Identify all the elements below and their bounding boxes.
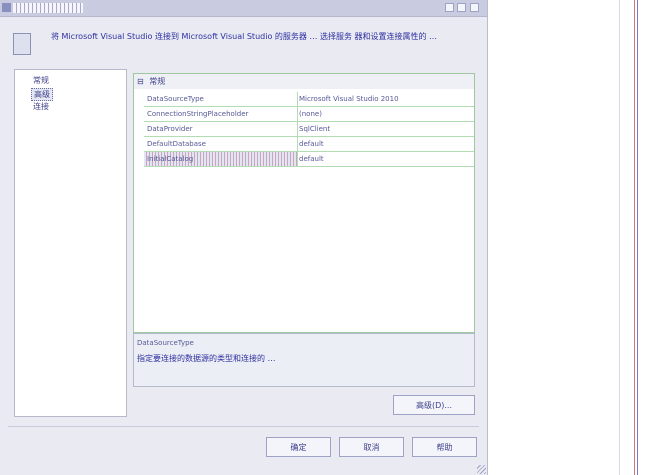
background-edge [634, 0, 635, 475]
property-category[interactable]: ⊟ 常规 [134, 74, 474, 89]
minimize-button[interactable] [445, 3, 454, 12]
property-value[interactable]: SqlClient [299, 122, 471, 136]
property-value[interactable]: default [299, 137, 471, 151]
description-text: 指定要连接的数据源的类型和连接的 … [137, 354, 276, 363]
help-button[interactable]: 帮助 [412, 437, 477, 457]
close-button[interactable] [470, 3, 479, 12]
property-name: DataSourceType [144, 92, 298, 106]
property-row[interactable]: DataSourceType Microsoft Visual Studio 2… [144, 92, 474, 107]
property-row[interactable]: DataProvider SqlClient [144, 122, 474, 137]
category-tree[interactable]: 常规 高级 连接 [14, 69, 127, 417]
window-title [13, 3, 83, 13]
property-value[interactable]: default [299, 152, 471, 166]
header-description: 将 Microsoft Visual Studio 连接到 Microsoft … [51, 32, 438, 41]
tree-item-connection[interactable]: 连接 [31, 101, 51, 112]
background-edge [637, 0, 638, 475]
cancel-button[interactable]: 取消 [339, 437, 404, 457]
collapse-icon[interactable]: ⊟ [137, 77, 144, 86]
background-edge [619, 0, 620, 475]
wizard-icon [13, 33, 31, 55]
advanced-button[interactable]: 高级(D)... [393, 395, 475, 415]
resize-grip-icon[interactable] [477, 465, 486, 474]
property-value[interactable]: Microsoft Visual Studio 2010 [299, 92, 471, 106]
maximize-button[interactable] [457, 3, 466, 12]
ok-button[interactable]: 确定 [266, 437, 331, 457]
property-name: InitialCatalog [144, 152, 298, 166]
property-row[interactable]: DefaultDatabase default [144, 137, 474, 152]
property-row[interactable]: ConnectionStringPlaceholder (none) [144, 107, 474, 122]
description-title: DataSourceType [137, 339, 194, 347]
property-category-label: 常规 [149, 77, 166, 86]
description-panel: DataSourceType 指定要连接的数据源的类型和连接的 … [133, 333, 475, 387]
property-value[interactable]: (none) [299, 107, 471, 121]
property-grid: ⊟ 常规 DataSourceType Microsoft Visual Stu… [133, 73, 475, 333]
property-row-selected[interactable]: InitialCatalog default [144, 152, 474, 167]
tree-item-general[interactable]: 常规 [31, 75, 51, 86]
dialog-window: 将 Microsoft Visual Studio 连接到 Microsoft … [0, 0, 488, 475]
footer-divider [8, 426, 479, 427]
property-name: DataProvider [144, 122, 298, 136]
title-bar[interactable] [0, 0, 487, 17]
tree-item-advanced[interactable]: 高级 [31, 88, 53, 101]
property-name: DefaultDatabase [144, 137, 298, 151]
property-name: ConnectionStringPlaceholder [144, 107, 298, 121]
app-icon [2, 3, 11, 12]
